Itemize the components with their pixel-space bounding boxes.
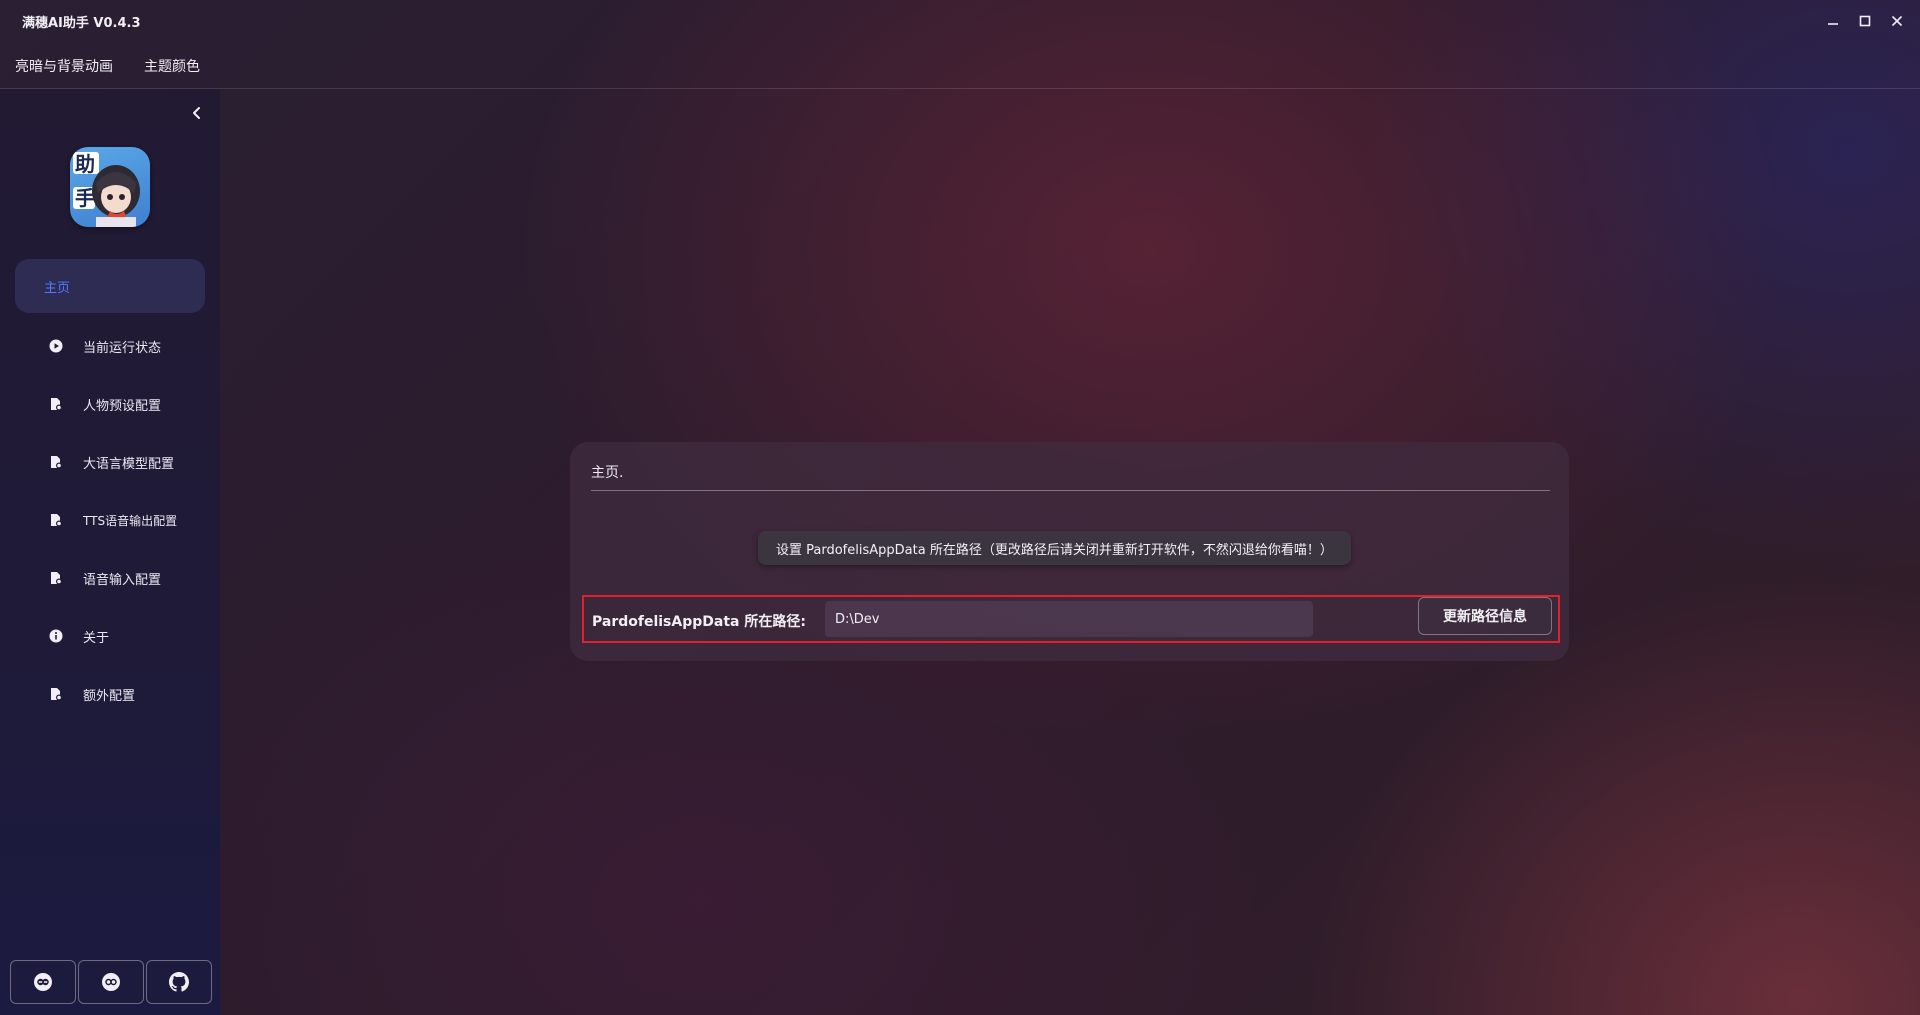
file-settings-icon (49, 397, 63, 411)
tooltip: 设置 PardofelisAppData 所在路径（更改路径后请关闭并重新打开软… (758, 531, 1351, 565)
sidebar-item-home[interactable]: 主页 (15, 259, 205, 313)
sidebar-item-label: TTS语音输出配置 (83, 513, 178, 528)
collapse-sidebar-button[interactable] (186, 103, 206, 123)
minimize-icon (1828, 23, 1838, 25)
link-button-2[interactable] (78, 960, 144, 1004)
app-title: 满穗AI助手 V0.4.3 (22, 16, 141, 31)
app-logo: 助 手 (70, 147, 150, 227)
file-settings-icon (49, 571, 63, 585)
sidebar-item-label: 主页 (44, 280, 71, 296)
path-setting-row: PardofelisAppData 所在路径: 更新路径信息 (582, 595, 1560, 643)
sidebar-nav: 主页 当前运行状态 人物预设配置 大语言模型配置 TTS语音输出配置 语音输入配… (15, 259, 205, 723)
path-label: PardofelisAppData 所在路径: (592, 614, 806, 630)
close-icon (1891, 15, 1903, 27)
link-icon (34, 973, 52, 991)
close-button[interactable] (1886, 10, 1908, 32)
sidebar-item-tts-config[interactable]: TTS语音输出配置 (15, 491, 205, 549)
sidebar-item-about[interactable]: 关于 (15, 607, 205, 665)
sidebar-item-llm-config[interactable]: 大语言模型配置 (15, 433, 205, 491)
link-icon (102, 973, 120, 991)
maximize-icon (1859, 15, 1871, 27)
sidebar-item-label: 语音输入配置 (83, 572, 162, 588)
menu-item-theme-color[interactable]: 主题颜色 (144, 56, 200, 76)
sidebar-item-label: 当前运行状态 (83, 340, 162, 356)
path-input[interactable] (825, 601, 1313, 637)
sidebar-item-voice-input-config[interactable]: 语音输入配置 (15, 549, 205, 607)
svg-text:手: 手 (75, 186, 95, 210)
play-circle-icon (49, 339, 63, 353)
title-bar: 满穗AI助手 V0.4.3 (0, 0, 1920, 44)
sidebar-item-label: 大语言模型配置 (83, 456, 175, 472)
maximize-button[interactable] (1854, 10, 1876, 32)
divider (591, 490, 1550, 491)
file-settings-icon (49, 513, 63, 527)
sidebar-item-runtime-status[interactable]: 当前运行状态 (15, 317, 205, 375)
sidebar-item-character-preset[interactable]: 人物预设配置 (15, 375, 205, 433)
window-controls (1822, 10, 1908, 32)
sidebar-item-label: 额外配置 (83, 688, 136, 704)
svg-text:助: 助 (75, 152, 95, 176)
sidebar-item-extra-config[interactable]: 额外配置 (15, 665, 205, 723)
menu-item-theme-animation[interactable]: 亮暗与背景动画 (15, 56, 113, 76)
file-settings-icon (49, 455, 63, 469)
update-path-button[interactable]: 更新路径信息 (1418, 597, 1552, 635)
file-settings-icon (49, 687, 63, 701)
link-button-1[interactable] (10, 960, 76, 1004)
page-title: 主页. (591, 465, 624, 481)
sidebar-item-label: 关于 (83, 630, 110, 646)
chevron-left-icon (193, 107, 200, 119)
sidebar-item-label: 人物预设配置 (83, 398, 162, 414)
info-icon (49, 629, 63, 643)
menu-bar: 亮暗与背景动画 主题颜色 (0, 44, 1920, 89)
home-card: 主页. 设置 PardofelisAppData 所在路径（更改路径后请关闭并重… (570, 442, 1569, 661)
mascot-logo-icon: 助 手 (73, 152, 140, 227)
sidebar: 助 手 主页 当前运行状态 人物预设配置 大语言模型配置 TTS语音输出配置 语… (0, 89, 220, 1015)
github-button[interactable] (146, 960, 212, 1004)
sidebar-bottom-buttons (10, 960, 212, 1004)
minimize-button[interactable] (1822, 10, 1844, 32)
github-icon (169, 972, 189, 992)
